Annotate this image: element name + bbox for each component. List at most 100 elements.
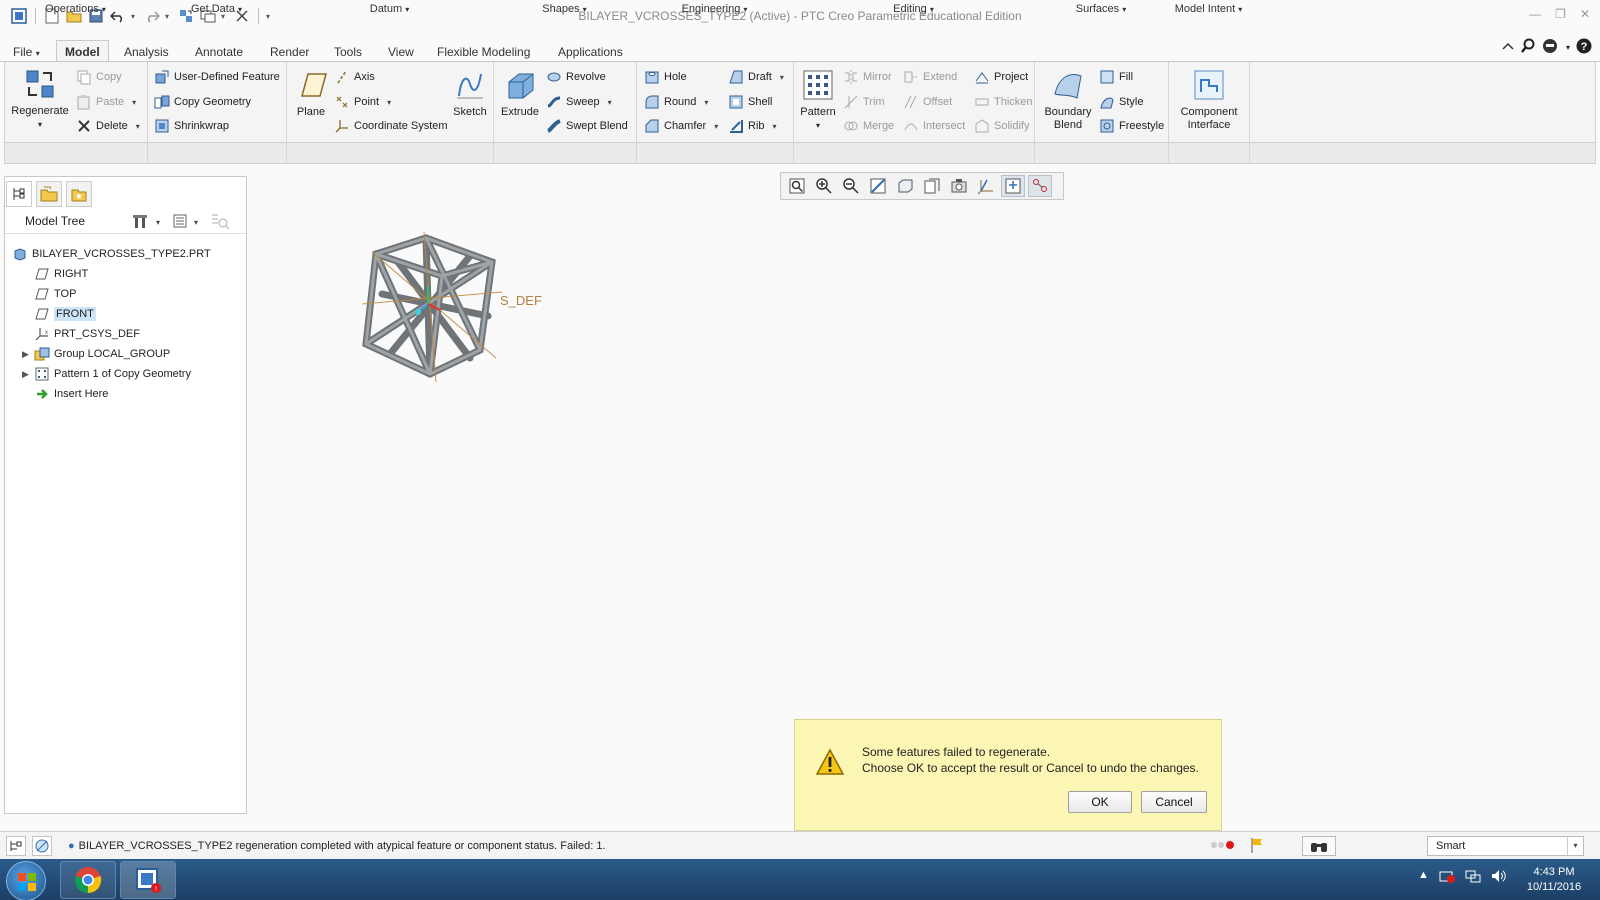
extrude-button[interactable]: Extrude (498, 68, 542, 119)
favorites-tab-icon[interactable] (66, 181, 92, 207)
zoom-out-icon[interactable] (839, 175, 863, 197)
offset-button[interactable]: Offset (903, 93, 952, 111)
display-style-icon[interactable] (893, 175, 917, 197)
tree-filter-icon[interactable] (210, 212, 230, 233)
folder-browser-tab-icon[interactable] (36, 181, 62, 207)
boundary-blend-button[interactable]: Boundary Blend (1042, 68, 1094, 132)
swept-blend-button[interactable]: Swept Blend (546, 117, 628, 135)
tab-analysis[interactable]: Analysis (115, 40, 178, 62)
lattice-cube-model[interactable] (362, 232, 502, 382)
show-hidden-icons-icon[interactable]: ▲ (1418, 869, 1429, 886)
tab-render[interactable]: Render (261, 40, 318, 62)
rib-button[interactable]: Rib ▾ (728, 117, 777, 135)
regeneration-status-icon[interactable] (1210, 839, 1236, 854)
regenerate-button[interactable]: Regenerate ▾ (11, 67, 69, 131)
group-surfaces[interactable]: Surfaces ▾ (1034, 3, 1168, 15)
solidify-button[interactable]: Solidify (974, 117, 1029, 135)
tree-root[interactable]: BILAYER_VCROSSES_TYPE2.PRT (12, 244, 211, 264)
plane-button[interactable]: Plane (292, 68, 330, 119)
tab-tools[interactable]: Tools (325, 40, 371, 62)
show-dropdown-icon[interactable]: ▾ (194, 218, 198, 227)
pattern-button[interactable]: Pattern ▾ (798, 68, 838, 132)
ok-button[interactable]: OK (1068, 791, 1132, 813)
datum-display-icon[interactable] (974, 175, 998, 197)
round-button[interactable]: Round ▾ (644, 93, 708, 111)
maximize-icon[interactable]: ❐ (1555, 7, 1566, 21)
thicken-button[interactable]: Thicken (974, 93, 1033, 111)
sweep-button[interactable]: Sweep ▾ (546, 93, 612, 111)
creo-taskbar-button[interactable]: ! (120, 861, 176, 899)
model-tree-tab-icon[interactable] (6, 181, 32, 207)
copy-button[interactable]: Copy (76, 68, 122, 86)
tab-model[interactable]: Model (56, 40, 109, 62)
merge-button[interactable]: Merge (843, 117, 894, 135)
minimize-icon[interactable]: — (1529, 7, 1541, 21)
tree-item-insert-here[interactable]: Insert Here (12, 384, 211, 404)
hole-button[interactable]: Hole (644, 68, 687, 86)
axis-button[interactable]: Axis (334, 68, 375, 86)
toggle-navigator-icon[interactable] (6, 836, 26, 856)
point-button[interactable]: Point ▾ (334, 93, 391, 111)
browser-toggle-icon[interactable] (32, 836, 52, 856)
volume-icon[interactable] (1491, 869, 1507, 886)
find-icon[interactable] (1302, 836, 1336, 856)
chrome-taskbar-button[interactable] (60, 861, 116, 899)
spin-center-icon[interactable] (1001, 175, 1025, 197)
tree-settings-icon[interactable] (132, 212, 150, 233)
group-model-intent[interactable]: Model Intent ▾ (1168, 3, 1249, 15)
repaint-icon[interactable] (866, 175, 890, 197)
group-operations[interactable]: Operations ▾ (4, 3, 147, 15)
tree-item-top[interactable]: TOP (12, 284, 211, 304)
annotation-display-icon[interactable] (1028, 175, 1052, 197)
intersect-button[interactable]: Intersect (903, 117, 965, 135)
tree-item-group-local-group[interactable]: ▶ Group LOCAL_GROUP (12, 344, 211, 364)
freestyle-button[interactable]: Freestyle (1099, 117, 1164, 135)
sketch-button[interactable]: Sketch (450, 68, 490, 119)
draft-button[interactable]: Draft ▾ (728, 68, 784, 86)
group-shapes[interactable]: Shapes ▾ (493, 3, 636, 15)
cancel-button[interactable]: Cancel (1141, 791, 1207, 813)
minimize-ribbon-icon[interactable] (1502, 41, 1514, 54)
expand-arrow-icon[interactable]: ▶ (22, 369, 34, 380)
selection-filter-dropdown[interactable]: Smart ▾ (1427, 836, 1584, 856)
network-error-icon[interactable] (1439, 869, 1455, 886)
network-icon[interactable] (1465, 869, 1481, 886)
copy-geometry-button[interactable]: Copy Geometry (154, 93, 251, 111)
tab-applications[interactable]: Applications (549, 40, 632, 62)
tab-annotate[interactable]: Annotate (186, 40, 252, 62)
account-dropdown-icon[interactable]: ▾ (1566, 43, 1570, 52)
trim-button[interactable]: Trim (843, 93, 885, 111)
close-icon[interactable]: ✕ (1580, 7, 1590, 21)
tree-item-right[interactable]: RIGHT (12, 264, 211, 284)
regeneration-flag-icon[interactable] (1250, 837, 1264, 856)
shell-button[interactable]: Shell (728, 93, 772, 111)
view-manager-icon[interactable] (947, 175, 971, 197)
mirror-button[interactable]: Mirror (843, 68, 892, 86)
show-icon[interactable] (172, 213, 188, 232)
project-button[interactable]: Project (974, 68, 1028, 86)
tab-view[interactable]: View (379, 40, 423, 62)
user-account-icon[interactable] (1542, 38, 1560, 57)
paste-button[interactable]: Paste ▾ (76, 93, 136, 111)
start-button[interactable] (6, 861, 46, 900)
delete-button[interactable]: Delete ▾ (76, 117, 140, 135)
tree-settings-dropdown-icon[interactable]: ▾ (156, 218, 160, 227)
chamfer-button[interactable]: Chamfer ▾ (644, 117, 718, 135)
tree-item-prt-csys-def[interactable]: x PRT_CSYS_DEF (12, 324, 211, 344)
clock[interactable]: 4:43 PM 10/11/2016 (1518, 865, 1590, 895)
shrinkwrap-button[interactable]: Shrinkwrap (154, 117, 229, 135)
zoom-in-icon[interactable] (812, 175, 836, 197)
group-datum[interactable]: Datum ▾ (286, 3, 493, 15)
user-defined-feature-button[interactable]: User-Defined Feature (154, 68, 280, 86)
tab-flexible-modeling[interactable]: Flexible Modeling (428, 40, 539, 62)
saved-orientations-icon[interactable] (920, 175, 944, 197)
refit-icon[interactable] (785, 175, 809, 197)
tab-file[interactable]: File ▾ (4, 40, 49, 62)
tree-item-front[interactable]: FRONT (12, 304, 211, 324)
group-editing[interactable]: Editing ▾ (793, 3, 1034, 15)
component-interface-button[interactable]: Component Interface (1180, 68, 1238, 132)
style-button[interactable]: Style (1099, 93, 1143, 111)
fill-button[interactable]: Fill (1099, 68, 1133, 86)
group-get-data[interactable]: Get Data ▾ (147, 3, 286, 15)
group-engineering[interactable]: Engineering ▾ (636, 3, 793, 15)
